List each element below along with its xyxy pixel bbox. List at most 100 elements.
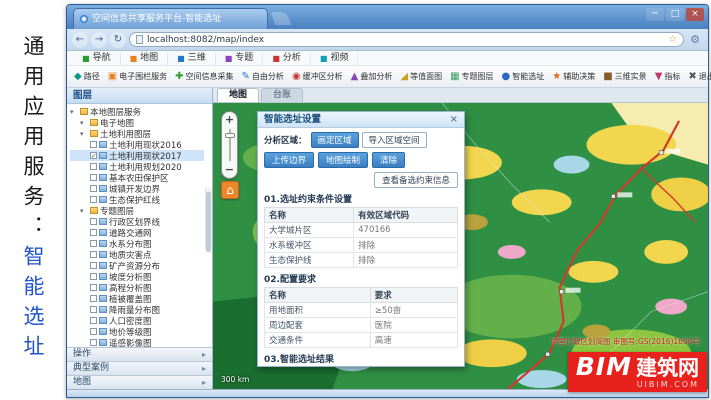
layer-checkbox[interactable] xyxy=(90,163,97,170)
new-tab-button[interactable] xyxy=(271,12,291,25)
zoom-slider[interactable] xyxy=(229,129,231,161)
expander-icon[interactable] xyxy=(80,119,88,127)
zoom-in-button[interactable]: + xyxy=(222,114,237,126)
tree-item[interactable]: 行政区划界线 xyxy=(70,216,204,227)
close-button[interactable]: × xyxy=(686,8,704,21)
minimize-button[interactable]: ─ xyxy=(646,8,664,21)
layer-checkbox[interactable] xyxy=(90,141,97,148)
toolbar-button[interactable]: ▣ 电子围栏服务 xyxy=(104,69,171,84)
tree-item[interactable]: 生态保护红线 xyxy=(70,194,204,205)
tree-item[interactable]: 本地图层服务 xyxy=(70,106,204,117)
layer-checkbox[interactable] xyxy=(90,174,97,181)
url-input[interactable]: localhost:8082/map/index ☆ xyxy=(129,32,684,47)
tree-item[interactable]: 人口密度图 xyxy=(70,315,204,326)
browser-menu-icon[interactable]: ⚙ xyxy=(687,33,703,46)
tree-item[interactable]: 土地利用规划2020 xyxy=(70,161,204,172)
dialog-close-icon[interactable]: × xyxy=(450,112,458,127)
layer-checkbox[interactable] xyxy=(90,317,97,324)
layer-label: 生态保护红线 xyxy=(109,194,160,205)
layer-checkbox[interactable] xyxy=(90,152,97,159)
refresh-button[interactable]: ↻ xyxy=(110,32,126,48)
tree-scrollbar-thumb[interactable] xyxy=(206,192,211,252)
tree-item[interactable]: 土地利用现状2017 xyxy=(70,150,204,161)
tree-item[interactable]: 矿产资源分布 xyxy=(70,260,204,271)
tree-item[interactable]: 基本农田保护区 xyxy=(70,172,204,183)
layer-checkbox[interactable] xyxy=(90,196,97,203)
layer-checkbox[interactable] xyxy=(90,240,97,247)
layer-checkbox[interactable] xyxy=(90,339,97,346)
forward-button[interactable]: → xyxy=(91,32,107,48)
layer-checkbox[interactable] xyxy=(90,273,97,280)
back-button[interactable]: ← xyxy=(72,32,88,48)
home-button[interactable]: ⌂ xyxy=(221,181,239,199)
dialog-titlebar[interactable]: 智能选址设置 × xyxy=(258,112,464,128)
toolbar-button-icon: ▣ xyxy=(108,72,117,82)
bookmark-star-icon[interactable]: ☆ xyxy=(668,34,677,45)
tree-item[interactable]: 坡度分析图 xyxy=(70,271,204,282)
expander-icon[interactable] xyxy=(70,108,78,116)
expander-icon[interactable] xyxy=(80,207,88,215)
expander-icon[interactable] xyxy=(80,130,88,138)
tree-item[interactable]: 城镇开发边界 xyxy=(70,183,204,194)
menu-item[interactable]: ■ 三维 xyxy=(168,52,216,65)
tree-scrollbar[interactable] xyxy=(205,188,212,249)
tree-item[interactable]: 地质灾害点 xyxy=(70,249,204,260)
layer-checkbox[interactable] xyxy=(90,229,97,236)
area-action-button[interactable]: 地图绘制 xyxy=(318,152,368,168)
menu-item[interactable]: ■ 导航 xyxy=(73,52,121,65)
area-action-button[interactable]: 上传边界 xyxy=(264,152,314,168)
view-constraints-button[interactable]: 查看备选约束信息 xyxy=(374,172,458,188)
toolbar-button[interactable]: ■ 三维实景 xyxy=(599,69,650,84)
layer-checkbox[interactable] xyxy=(90,328,97,335)
menu-item[interactable]: ■ 专题 xyxy=(216,52,264,65)
tree-item[interactable]: 土地利用图层 xyxy=(70,128,204,139)
browser-tab[interactable]: 空间信息共享服务平台-智能选址 xyxy=(73,8,268,29)
tree-item[interactable]: 地价等级图 xyxy=(70,326,204,337)
toolbar-button[interactable]: ▲ 叠加分析 xyxy=(347,69,397,84)
accordion-header[interactable]: 地图 xyxy=(67,375,212,389)
toolbar-button[interactable]: ● 智能选址 xyxy=(498,69,549,84)
toolbar-button[interactable]: ✖ 退出 xyxy=(684,69,711,84)
area-mode-label: 导入区域空间 xyxy=(369,136,420,146)
accordion-header[interactable]: 操作 xyxy=(67,347,212,361)
layer-checkbox[interactable] xyxy=(90,218,97,225)
tree-item[interactable]: 水系分布图 xyxy=(70,238,204,249)
tree-item[interactable]: 降雨量分布图 xyxy=(70,304,204,315)
toolbar-button[interactable]: ✎ 自由分析 xyxy=(238,69,288,84)
menu-item[interactable]: ■ 视频 xyxy=(311,52,359,65)
toolbar-button[interactable]: ◆ 路径 xyxy=(70,69,104,84)
banner-highlight: 智能选址 xyxy=(21,245,45,365)
map-tab[interactable]: 台账 xyxy=(261,88,303,102)
tree-item[interactable]: 土地利用现状2016 xyxy=(70,139,204,150)
area-action-button[interactable]: 清除 xyxy=(372,152,405,168)
map-tab[interactable]: 地图 xyxy=(217,88,259,102)
tree-item[interactable]: 遥感影像图 xyxy=(70,337,204,347)
area-mode-button[interactable]: 画定区域 xyxy=(311,132,359,148)
menu-item[interactable]: ■ 分析 xyxy=(263,52,311,65)
tree-item[interactable]: 植被覆盖图 xyxy=(70,293,204,304)
menu-item[interactable]: ■ 地图 xyxy=(121,52,169,65)
tree-item[interactable]: 高程分析图 xyxy=(70,282,204,293)
area-mode-button[interactable]: 导入区域空间 xyxy=(362,132,427,148)
layer-checkbox[interactable] xyxy=(90,262,97,269)
zoom-slider-handle[interactable] xyxy=(225,133,235,138)
toolbar-button[interactable]: ◉ 缓冲区分析 xyxy=(288,69,347,84)
toolbar-button[interactable]: ▼ 指标 xyxy=(651,69,685,84)
toolbar-button[interactable]: ◢ 等值面图 xyxy=(396,69,446,84)
layers-panel-header[interactable]: 图层 xyxy=(67,88,212,104)
tree-item[interactable]: 电子地图 xyxy=(70,117,204,128)
zoom-out-button[interactable]: − xyxy=(222,164,237,176)
toolbar-button[interactable]: ▦ 专题图层 xyxy=(446,69,497,84)
accordion-header[interactable]: 典型案例 xyxy=(67,361,212,375)
layer-checkbox[interactable] xyxy=(90,306,97,313)
tree-item[interactable]: 道路交通网 xyxy=(70,227,204,238)
maximize-button[interactable]: □ xyxy=(666,8,684,21)
layer-checkbox[interactable] xyxy=(90,284,97,291)
layer-checkbox[interactable] xyxy=(90,185,97,192)
map-canvas[interactable]: + − ⌂ 智能选址设置 × 分析区域： xyxy=(213,103,708,389)
layer-checkbox[interactable] xyxy=(90,251,97,258)
toolbar-button[interactable]: ✚ 空间信息采集 xyxy=(171,69,237,84)
toolbar-button[interactable]: ★ 辅助决策 xyxy=(548,69,599,84)
layer-checkbox[interactable] xyxy=(90,295,97,302)
tree-item[interactable]: 专题图层 xyxy=(70,205,204,216)
